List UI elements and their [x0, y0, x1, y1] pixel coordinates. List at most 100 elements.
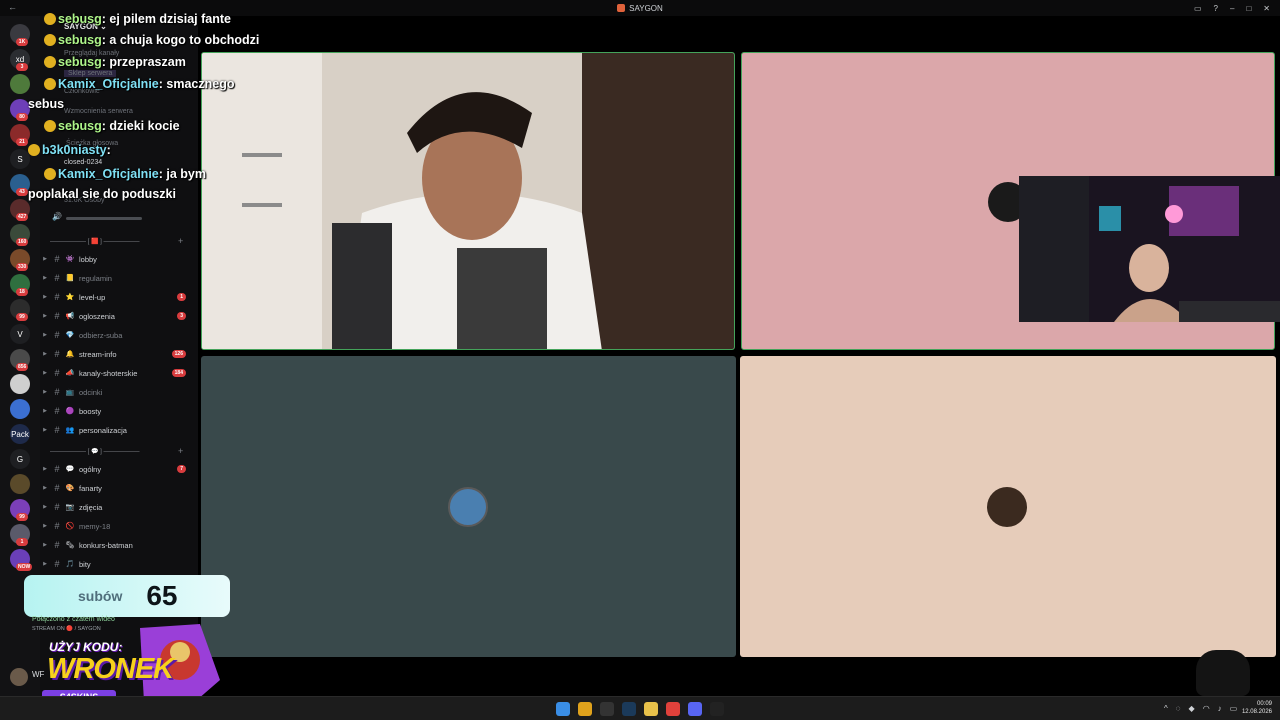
chat-text: poplakal sie do poduszki [28, 187, 176, 201]
badge-icon [28, 144, 40, 156]
server-icon[interactable]: S [10, 149, 30, 169]
volume-slider[interactable] [66, 217, 142, 220]
badge-icon [44, 120, 56, 132]
chat-message: sebusg: ej pilem dzisiaj fante [44, 12, 231, 26]
channel-item[interactable]: ▶ # 🎨 fanarty [40, 479, 190, 497]
channel-item[interactable]: ▶ # 📢 ogloszenia 3 [40, 307, 190, 325]
category-header-a[interactable]: —————— [ 🟥 ] —————— [50, 238, 139, 245]
server-icon[interactable] [10, 74, 30, 94]
channel-item[interactable]: ▶ # 🚫 memy-18 [40, 517, 190, 535]
chat-username: sebusg [58, 33, 102, 47]
server-icon[interactable] [10, 374, 30, 394]
inbox-icon[interactable]: ▭ [1194, 4, 1202, 13]
channel-item[interactable]: ▶ # 🎵 bity [40, 555, 190, 573]
channel-label: kanaly-shoterskie [79, 368, 138, 378]
channel-item[interactable]: ▶ # ⭐ level-up 1 [40, 288, 190, 306]
discord-icon[interactable] [688, 702, 702, 716]
channel-item[interactable]: ▶ # 👾 lobby [40, 250, 190, 268]
hash-icon: # [54, 254, 60, 264]
channel-label: memy-18 [79, 521, 111, 531]
channel-item[interactable]: ▶ # 👥 personalizacja [40, 421, 190, 439]
channel-emoji-icon: 🔔 [65, 351, 75, 358]
mic-icon[interactable]: ◆ [1189, 704, 1195, 713]
screen: ← SAYGON ▭ ? – □ ✕ 1K xd 3 80 21 S 43 427 160 330… [0, 0, 1280, 720]
server-icon[interactable]: V [10, 324, 30, 344]
video-tile-3[interactable] [201, 356, 736, 657]
chat-text: a chuja kogo to obchodzi [109, 33, 260, 47]
channel-item[interactable]: ▶ # 💬 ogólny 7 [40, 460, 190, 478]
channel-label: konkurs-batman [79, 540, 133, 550]
app-title-text: SAYGON [629, 3, 663, 13]
chat-username: sebusg [58, 119, 102, 133]
server-badge: 427 [16, 213, 29, 221]
add-channel-icon[interactable]: + [178, 236, 183, 246]
channel-emoji-icon: 🚫 [65, 523, 75, 530]
maximize-button[interactable]: □ [1246, 4, 1251, 13]
menu-server-shop[interactable]: Sklep serwera [64, 70, 117, 77]
video-tile-1[interactable] [201, 52, 735, 350]
network-icon[interactable]: ◌ [1176, 704, 1181, 713]
caret-icon: ▶ [43, 370, 47, 376]
hash-icon: # [54, 521, 60, 531]
chat-text: dzieki kocie [109, 119, 180, 133]
channel-item[interactable]: ▶ # 📺 odcinki [40, 383, 190, 401]
channel-item[interactable]: ▶ # 📒 regulamin [40, 269, 190, 287]
server-badge: 3 [16, 63, 28, 71]
windows-start-icon[interactable] [556, 702, 570, 716]
caret-icon: ▶ [43, 351, 47, 357]
channel-item[interactable]: ▶ # 🔔 stream-info 126 [40, 345, 190, 363]
chat-text: sebus [28, 97, 65, 111]
hash-icon: # [54, 330, 60, 340]
steam-icon[interactable] [622, 702, 636, 716]
chat-message: sebusg: a chuja kogo to obchodzi [44, 33, 259, 47]
add-channel-icon[interactable]: + [178, 446, 183, 456]
caret-icon: ▶ [43, 504, 47, 510]
category-header-b[interactable]: —————— [ 💬 ] —————— [50, 448, 139, 455]
valorant-icon[interactable] [666, 702, 680, 716]
menu-server-boosts[interactable]: Wzmocnienia serwera [64, 108, 133, 115]
channel-item[interactable]: ▶ # 📣 kanaly-shoterskie 184 [40, 364, 190, 382]
battery-icon[interactable]: ▭ [1230, 704, 1238, 713]
minimize-button[interactable]: – [1230, 4, 1234, 13]
caret-icon: ▶ [43, 466, 47, 472]
chevron-up-icon[interactable]: ^ [1164, 704, 1168, 713]
capcut-icon[interactable] [710, 702, 724, 716]
channel-emoji-icon: 📣 [65, 370, 75, 377]
channel-label: stream-info [79, 349, 117, 359]
chrome-icon[interactable] [578, 702, 592, 716]
subs-counter: subów 65 [24, 575, 230, 617]
promo-code: WRONEK [47, 653, 174, 685]
server-badge: 21 [16, 138, 28, 146]
clock[interactable]: 00:09 12.08.2026 [1242, 700, 1272, 716]
server-icon[interactable] [10, 474, 30, 494]
channel-item[interactable]: ▶ # 🟣 boosty [40, 402, 190, 420]
channel-item[interactable]: ▶ # 🗞 konkurs-batman [40, 536, 190, 554]
help-icon[interactable]: ? [1214, 4, 1218, 13]
server-icon[interactable] [10, 399, 30, 419]
wifi-icon[interactable]: ◠ [1203, 704, 1210, 713]
server-icon[interactable]: G [10, 449, 30, 469]
volume-icon[interactable]: ♪ [1218, 704, 1222, 713]
user-avatar[interactable] [10, 668, 28, 686]
server-badge: 160 [16, 238, 29, 246]
channel-item[interactable]: ▶ # 📷 zdjęcia [40, 498, 190, 516]
server-icon[interactable]: Pack [10, 424, 30, 444]
channel-label: regulamin [79, 273, 112, 283]
obs-icon[interactable] [600, 702, 614, 716]
hash-icon: # [54, 425, 60, 435]
chat-text: przepraszam [109, 55, 186, 69]
channel-item[interactable]: ▶ # 💎 odbierz-suba [40, 326, 190, 344]
subs-count: 65 [146, 580, 178, 611]
chat-message: b3k0niasty: [28, 143, 111, 157]
channel-emoji-icon: ⭐ [65, 294, 75, 301]
voice-channel-name[interactable]: closed-0234 [64, 159, 102, 166]
speaker-icon[interactable]: 🔊 [52, 212, 62, 221]
channel-badge: 1 [177, 293, 186, 301]
folder-icon[interactable] [644, 702, 658, 716]
back-arrow-icon[interactable]: ← [8, 2, 17, 12]
video-feed [202, 53, 734, 349]
badge-icon [44, 34, 56, 46]
video-tile-4[interactable] [740, 356, 1276, 657]
channel-emoji-icon: 👾 [65, 256, 75, 263]
close-button[interactable]: ✕ [1263, 4, 1270, 13]
